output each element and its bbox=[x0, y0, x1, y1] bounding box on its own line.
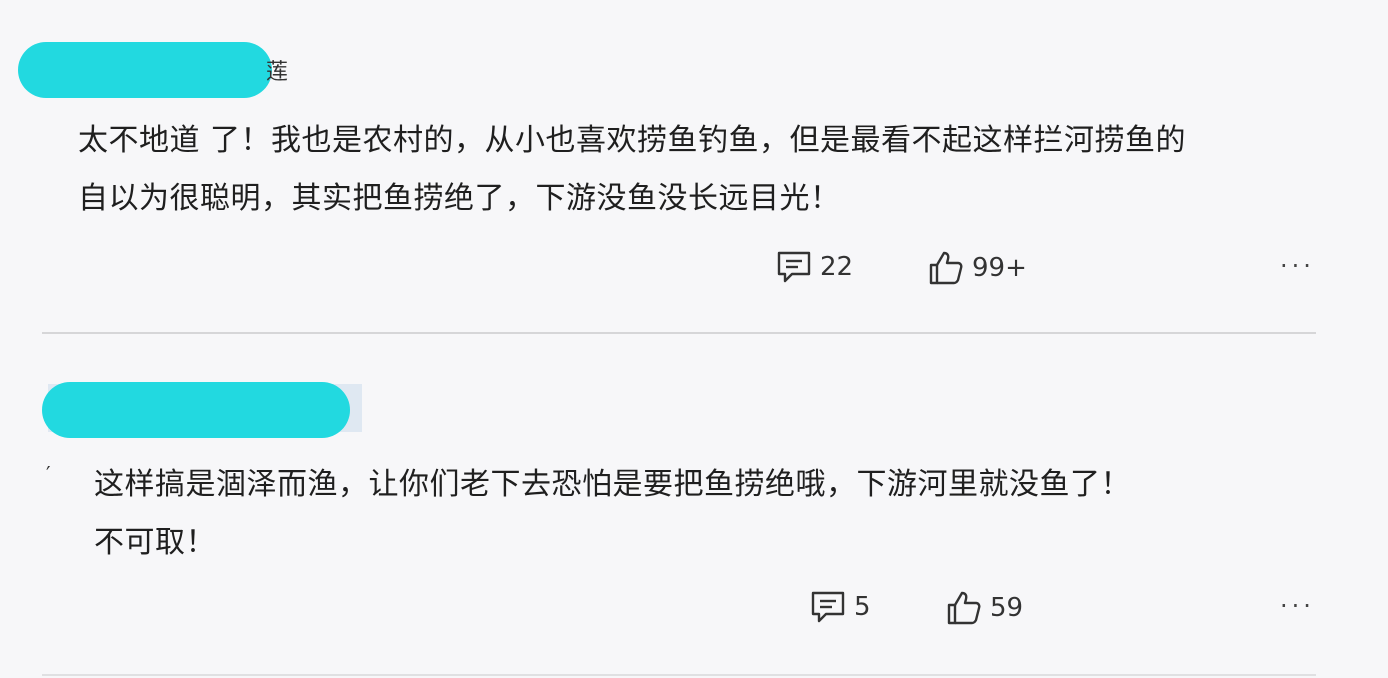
comment-actions: 5 59 ··· bbox=[0, 590, 1388, 630]
comment-divider bbox=[42, 674, 1316, 676]
username-redaction bbox=[42, 382, 350, 438]
comment-text-line: 太不地道 了！我也是农村的，从小也喜欢捞鱼钓鱼，但是最看不起这样拦河捞鱼的 bbox=[78, 123, 1187, 158]
comment-text: 这样搞是涸泽而渔，让你们老下去恐怕是要把鱼捞绝哦，下游河里就没鱼了！ 不可取！ bbox=[94, 456, 1364, 572]
more-options-button[interactable]: ··· bbox=[1280, 252, 1315, 280]
like-button[interactable]: 59 bbox=[946, 590, 1023, 626]
comment-icon bbox=[810, 590, 846, 624]
thumbs-up-icon bbox=[946, 590, 982, 626]
reply-count: 22 bbox=[820, 252, 854, 282]
comment-text-line: 这样搞是涸泽而渔，让你们老下去恐怕是要把鱼捞绝哦，下游河里就没鱼了！ bbox=[94, 467, 1131, 502]
username-fragment[interactable]: 莲 bbox=[266, 54, 288, 86]
comment-item: 莲 太不地道 了！我也是农村的，从小也喜欢捞鱼钓鱼，但是最看不起这样拦河捞鱼的 … bbox=[0, 0, 1388, 332]
username-redaction bbox=[18, 42, 272, 98]
reply-count: 5 bbox=[854, 592, 871, 622]
comment-text-line: 自以为很聪明，其实把鱼捞绝了，下游没鱼没长远目光！ bbox=[78, 181, 841, 216]
reply-button[interactable]: 5 bbox=[810, 590, 871, 624]
comment-icon bbox=[776, 250, 812, 284]
like-count: 99+ bbox=[972, 253, 1027, 283]
more-options-button[interactable]: ··· bbox=[1280, 592, 1315, 620]
thumbs-up-icon bbox=[928, 250, 964, 286]
comment-item: ′ 这样搞是涸泽而渔，让你们老下去恐怕是要把鱼捞绝哦，下游河里就没鱼了！ 不可取… bbox=[0, 334, 1388, 678]
comment-text-line: 不可取！ bbox=[94, 525, 216, 560]
like-count: 59 bbox=[990, 593, 1024, 623]
reply-button[interactable]: 22 bbox=[776, 250, 853, 284]
comment-mark: ′ bbox=[46, 462, 51, 486]
comment-text: 太不地道 了！我也是农村的，从小也喜欢捞鱼钓鱼，但是最看不起这样拦河捞鱼的 自以… bbox=[78, 112, 1368, 228]
comment-actions: 22 99+ ··· bbox=[0, 250, 1388, 290]
like-button[interactable]: 99+ bbox=[928, 250, 1027, 286]
